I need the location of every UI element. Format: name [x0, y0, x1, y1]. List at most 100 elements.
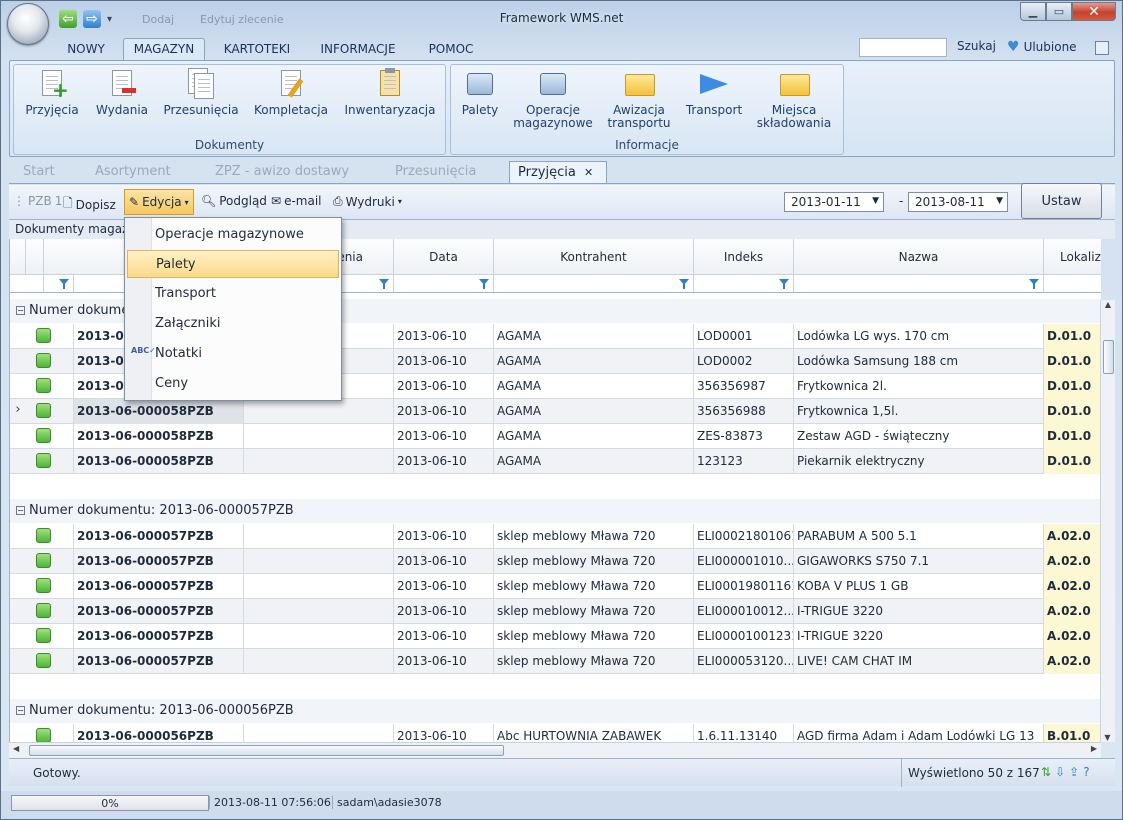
ustaw-button[interactable]: Ustaw — [1021, 183, 1102, 219]
refresh-icon[interactable]: ⇅ — [1041, 765, 1051, 779]
export-icon[interactable]: ⇩ — [1055, 765, 1065, 779]
group-header[interactable]: − Numer dokumentu: 2013-06-000056PZB — [10, 699, 1101, 723]
edycja-button[interactable]: ✎ Edycja ▾ — [124, 189, 194, 215]
doc-tab-start[interactable]: Start — [23, 161, 55, 183]
wydania-button[interactable]: Wydania — [90, 68, 154, 117]
col-nazwa[interactable]: Nazwa — [794, 239, 1044, 275]
date-from-field[interactable]: 2013-01-11 ▼ — [784, 192, 884, 212]
maximize-button[interactable]: ▭ — [1046, 2, 1072, 21]
cell-indeks[interactable]: ELI00021801061 — [694, 524, 794, 549]
search-button[interactable]: Szukaj — [957, 39, 996, 53]
cell-data[interactable]: 2013-06-10 — [394, 424, 494, 449]
cell-num[interactable]: 2013-06-000058PZB — [74, 424, 244, 449]
cell-lok[interactable]: D.01.0 — [1044, 324, 1101, 349]
cell-e[interactable] — [244, 424, 394, 449]
filter-icon[interactable] — [479, 279, 489, 289]
col-indeks[interactable]: Indeks — [694, 239, 794, 275]
cell-kontrahent[interactable]: sklep meblowy Mława 720 — [494, 549, 694, 574]
scroll-right-icon[interactable]: ▶ — [1091, 744, 1097, 753]
cell-lok[interactable]: A.02.0 — [1044, 574, 1101, 599]
filter-icon[interactable] — [59, 279, 69, 289]
cell-num[interactable]: 2013-06-000058PZB — [74, 449, 244, 474]
cell-kontrahent[interactable]: AGAMA — [494, 324, 694, 349]
cell-e[interactable] — [244, 574, 394, 599]
doc-tab-zpz[interactable]: ZPZ - awizo dostawy — [215, 161, 349, 183]
cell-num[interactable]: 2013-06-000057PZB — [74, 649, 244, 674]
col-lokalizacja[interactable]: Lokalizacj — [1044, 239, 1101, 275]
cell-data[interactable]: 2013-06-10 — [394, 549, 494, 574]
cell-indeks[interactable]: 356356988 — [694, 399, 794, 424]
cell-indeks[interactable]: 123123 — [694, 449, 794, 474]
scroll-left-icon[interactable]: ◀ — [13, 744, 19, 753]
wydruki-button[interactable]: ⎙ Wydruki ▾ — [333, 194, 402, 209]
cell-e[interactable] — [244, 724, 394, 743]
table-row[interactable]: 2013-06-000057PZB 2013-06-10 sklep meblowy… — [10, 649, 1101, 674]
vertical-scrollbar[interactable]: ▲ ▼ — [1100, 300, 1115, 742]
cell-kontrahent[interactable]: sklep meblowy Mława 720 — [494, 624, 694, 649]
cell-indeks[interactable]: ZES-83873 — [694, 424, 794, 449]
cell-num[interactable]: 2013-06-000056PZB — [74, 724, 244, 743]
cell-data[interactable]: 2013-06-10 — [394, 524, 494, 549]
doc-tab-asortyment[interactable]: Asortyment — [95, 161, 171, 183]
podglad-button[interactable]: 🔍︎ Podgląd — [201, 194, 267, 208]
cell-lok[interactable]: A.02.0 — [1044, 649, 1101, 674]
cell-nazwa[interactable]: GIGAWORKS S750 7.1 — [794, 549, 1044, 574]
cell-nazwa[interactable]: KOBA V PLUS 1 GB — [794, 574, 1044, 599]
cell-num[interactable]: 2013-06-000057PZB — [74, 624, 244, 649]
calendar-dropdown-icon[interactable]: ▼ — [996, 196, 1003, 206]
email-button[interactable]: ✉ e-mail — [271, 194, 322, 208]
cell-lok[interactable]: A.02.0 — [1044, 524, 1101, 549]
cell-lok[interactable]: D.01.0 — [1044, 374, 1101, 399]
cell-indeks[interactable]: ELI000053120... — [694, 649, 794, 674]
cell-lok[interactable]: D.01.0 — [1044, 349, 1101, 374]
cell-indeks[interactable]: ELI00019801161 — [694, 574, 794, 599]
cell-kontrahent[interactable]: sklep meblowy Mława 720 — [494, 574, 694, 599]
table-row[interactable]: 2013-06-000058PZB 2013-06-10 AGAMA 123123 Pi… — [10, 449, 1101, 474]
cell-indeks[interactable]: LOD0001 — [694, 324, 794, 349]
table-row[interactable]: 2013-06-000057PZB 2013-06-10 sklep meblowy… — [10, 574, 1101, 599]
scroll-down-icon[interactable]: ▼ — [1101, 733, 1114, 742]
favorites-button[interactable]: ♥ Ulubione — [1007, 39, 1077, 55]
table-row[interactable]: › 2013-06-000058PZB 2013-06-10 AGAMA 3563569… — [10, 399, 1101, 424]
cell-kontrahent[interactable]: sklep meblowy Mława 720 — [494, 524, 694, 549]
cell-e[interactable] — [244, 599, 394, 624]
filter-indeks[interactable] — [694, 275, 794, 293]
calendar-dropdown-icon[interactable]: ▼ — [872, 196, 879, 206]
menu-item-notatki[interactable]: ABC✓ Notatki — [127, 340, 339, 368]
tab-pomoc[interactable]: POMOC — [419, 39, 483, 61]
cell-nazwa[interactable]: Lodówka LG wys. 170 cm — [794, 324, 1044, 349]
table-row[interactable]: 2013-06-000057PZB 2013-06-10 sklep meblowy… — [10, 599, 1101, 624]
cell-lok[interactable]: B.01.0 — [1044, 724, 1101, 743]
filter-data[interactable] — [394, 275, 494, 293]
cell-data[interactable]: 2013-06-10 — [394, 574, 494, 599]
table-row[interactable]: 2013-06-000058PZB 2013-06-10 AGAMA ZES-8387… — [10, 424, 1101, 449]
scroll-up-icon[interactable]: ▲ — [1101, 300, 1115, 309]
cell-kontrahent[interactable]: AGAMA — [494, 374, 694, 399]
cell-data[interactable]: 2013-06-10 — [394, 399, 494, 424]
cell-num[interactable]: 2013-06-000057PZB — [74, 599, 244, 624]
cell-kontrahent[interactable]: AGAMA — [494, 399, 694, 424]
palety-button[interactable]: Palety — [455, 68, 505, 117]
menu-item-ceny[interactable]: Ceny — [127, 370, 339, 398]
menu-item-palety[interactable]: Palety — [127, 250, 339, 278]
menu-item-zalaczniki[interactable]: Załączniki — [127, 310, 339, 338]
horizontal-scrollbar[interactable]: ◀ ▶ — [9, 742, 1101, 758]
filter-icon[interactable] — [779, 279, 789, 289]
kompletacja-button[interactable]: Kompletacja — [249, 68, 333, 117]
cell-e[interactable] — [244, 449, 394, 474]
cell-indeks[interactable]: 1.6.11.13140 — [694, 724, 794, 743]
transport-button[interactable]: Transport — [681, 68, 747, 117]
cell-kontrahent[interactable]: Abc HURTOWNIA ZABAWEK — [494, 724, 694, 743]
cell-indeks[interactable]: ELI00001001231 — [694, 624, 794, 649]
cell-kontrahent[interactable]: AGAMA — [494, 449, 694, 474]
tab-informacje[interactable]: INFORMACJE — [307, 39, 409, 61]
search-input[interactable] — [859, 38, 947, 57]
cell-data[interactable]: 2013-06-10 — [394, 449, 494, 474]
group-header[interactable]: − Numer dokumentu: 2013-06-000057PZB — [10, 499, 1101, 523]
col-data[interactable]: Data — [394, 239, 494, 275]
minimize-button[interactable]: ▁ — [1020, 2, 1046, 21]
ribbon-options-icon[interactable] — [1095, 41, 1109, 55]
doc-tab-przesuniecia[interactable]: Przesunięcia — [395, 161, 476, 183]
filter-status[interactable] — [44, 275, 74, 293]
cell-indeks[interactable]: LOD0002 — [694, 349, 794, 374]
